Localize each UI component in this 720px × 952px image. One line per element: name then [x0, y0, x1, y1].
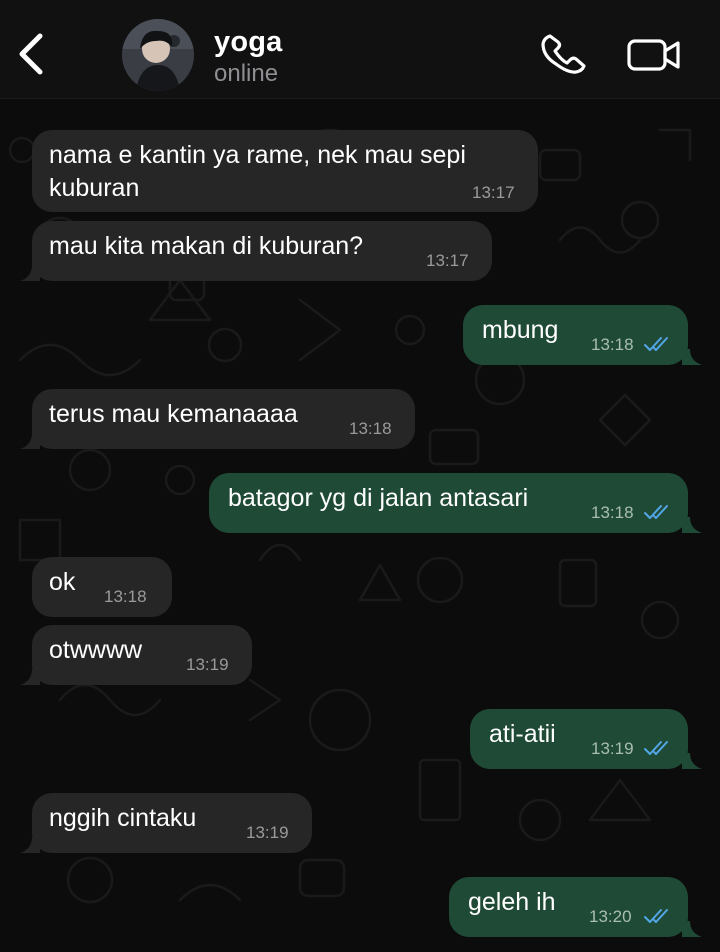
- message-bubble-outgoing[interactable]: ati-atii 13:19: [470, 709, 688, 769]
- message-text: nggih cintaku: [49, 804, 197, 832]
- message-bubble-incoming[interactable]: terus mau kemanaaaa 13:18: [32, 389, 415, 449]
- message-time: 13:19: [186, 655, 229, 674]
- message-bubble-incoming[interactable]: otwwww 13:19: [32, 625, 252, 685]
- message-text-line: nama e kantin ya rame, nek mau sepi: [49, 141, 466, 169]
- back-button[interactable]: [14, 32, 50, 76]
- video-camera-icon: [627, 39, 680, 71]
- message-bubble-incoming[interactable]: nggih cintaku 13:19: [32, 793, 312, 853]
- message-time: 13:18: [591, 335, 634, 354]
- bubble-tail: [682, 517, 702, 533]
- avatar-image: [122, 19, 194, 91]
- message-time: 13:20: [589, 907, 632, 926]
- chat-header: yoga online: [0, 0, 720, 99]
- bubble-tail: [20, 433, 40, 449]
- message-time: 13:17: [426, 251, 469, 270]
- message-bubble-incoming[interactable]: nama e kantin ya rame, nek mau sepi kubu…: [32, 130, 538, 212]
- video-call-button[interactable]: [626, 36, 682, 74]
- message-text: geleh ih: [468, 888, 556, 916]
- bubble-tail: [682, 921, 702, 937]
- bubble-tail: [682, 349, 702, 365]
- contact-status: online: [214, 60, 279, 87]
- read-receipt-icon: [644, 909, 668, 923]
- bubble-tail: [682, 753, 702, 769]
- message-text: mau kita makan di kuburan?: [49, 232, 364, 260]
- voice-call-button[interactable]: [538, 32, 588, 76]
- bubble-tail: [20, 837, 40, 853]
- read-receipt-icon: [644, 505, 668, 519]
- avatar[interactable]: [122, 19, 194, 91]
- message-time: 13:18: [104, 587, 147, 606]
- phone-icon: [541, 34, 586, 74]
- message-bubble-incoming[interactable]: mau kita makan di kuburan? 13:17: [32, 221, 492, 281]
- message-bubble-incoming[interactable]: ok 13:18: [32, 557, 172, 617]
- message-time: 13:19: [246, 823, 289, 842]
- message-text: nama e kantin ya rame, nek mau sepi kubu…: [49, 139, 466, 205]
- message-bubble-outgoing[interactable]: geleh ih 13:20: [449, 877, 688, 937]
- message-bubble-outgoing[interactable]: mbung 13:18: [463, 305, 688, 365]
- read-receipt-icon: [644, 741, 668, 755]
- bubble-tail: [20, 265, 40, 281]
- message-text: terus mau kemanaaaa: [49, 400, 298, 428]
- message-time: 13:18: [349, 419, 392, 438]
- contact-name[interactable]: yoga: [214, 26, 283, 59]
- message-text: otwwww: [49, 636, 143, 664]
- message-time: 13:17: [472, 183, 515, 202]
- bubble-tail: [20, 669, 40, 685]
- message-text: mbung: [482, 316, 559, 344]
- message-text-line: kuburan: [49, 174, 140, 202]
- chevron-left-icon: [19, 33, 43, 75]
- read-receipt-icon: [644, 337, 668, 351]
- message-text: ati-atii: [489, 720, 556, 748]
- message-bubble-outgoing[interactable]: batagor yg di jalan antasari 13:18: [209, 473, 688, 533]
- message-time: 13:18: [591, 503, 634, 522]
- message-text: ok: [49, 568, 76, 596]
- message-time: 13:19: [591, 739, 634, 758]
- message-text: batagor yg di jalan antasari: [228, 484, 529, 512]
